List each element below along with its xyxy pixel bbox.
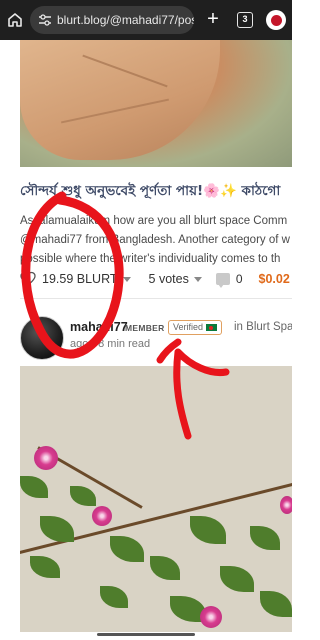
leaf bbox=[220, 566, 254, 592]
post-title[interactable]: সৌন্দর্য শুধু অনুভবেই পূর্ণতা পায়!🌸✨ কা… bbox=[20, 180, 292, 203]
author-row: mahadi77 MEMBER Verified in Blurt Spa ag… bbox=[20, 312, 292, 360]
bangladesh-flag-icon bbox=[206, 324, 218, 331]
palm-shape bbox=[20, 40, 220, 160]
flower bbox=[92, 506, 112, 526]
post-excerpt[interactable]: Assalamualaikum how are you all blurt sp… bbox=[20, 212, 292, 269]
author-name[interactable]: mahadi77 bbox=[70, 320, 128, 334]
excerpt-line: possible where the writer's individualit… bbox=[20, 253, 281, 265]
leaf bbox=[260, 591, 292, 617]
post-cover-image[interactable] bbox=[20, 40, 292, 167]
chevron-down-icon[interactable] bbox=[122, 276, 131, 282]
votes-count[interactable]: 5 votes bbox=[149, 272, 189, 286]
post-stats: 19.59 BLURT 5 votes 0 $0.02 bbox=[20, 268, 292, 290]
leaf bbox=[40, 516, 74, 542]
tune-icon[interactable] bbox=[38, 13, 52, 27]
divider bbox=[20, 298, 292, 299]
reward-value: $0.02 bbox=[258, 272, 290, 286]
excerpt-line: @mahadi77 from Bangladesh. Another categ… bbox=[20, 234, 290, 246]
member-badge: MEMBER bbox=[125, 323, 165, 333]
excerpt-line: Assalamualaikum how are you all blurt sp… bbox=[20, 215, 288, 227]
flower bbox=[280, 496, 292, 514]
address-bar[interactable]: blurt.blog/@mahadi77/posts bbox=[30, 6, 194, 34]
payout-value[interactable]: 19.59 BLURT bbox=[42, 272, 118, 286]
home-button[interactable] bbox=[0, 0, 30, 40]
leaf bbox=[250, 526, 280, 550]
heart-icon[interactable] bbox=[20, 271, 36, 287]
verified-badge: Verified bbox=[168, 320, 223, 335]
comment-count[interactable]: 0 bbox=[236, 272, 243, 286]
plus-icon[interactable]: + bbox=[204, 9, 222, 30]
profile-icon[interactable] bbox=[266, 10, 286, 30]
browser-toolbar: blurt.blog/@mahadi77/posts + 3 bbox=[0, 0, 292, 40]
community-link[interactable]: in Blurt Spa bbox=[234, 321, 292, 333]
leaf bbox=[150, 556, 180, 580]
verified-label: Verified bbox=[173, 322, 204, 332]
home-icon bbox=[8, 13, 22, 27]
tabs-icon[interactable]: 3 bbox=[237, 12, 253, 28]
post-image[interactable] bbox=[20, 366, 292, 632]
leaf bbox=[100, 586, 128, 608]
comment-icon[interactable] bbox=[215, 273, 230, 288]
page-content: সৌন্দর্য শুধু অনুভবেই পূর্ণতা পায়!🌸✨ কা… bbox=[0, 40, 292, 632]
leaf bbox=[70, 486, 96, 506]
leaf bbox=[190, 516, 226, 544]
flower bbox=[200, 606, 222, 628]
leaf bbox=[110, 536, 144, 562]
avatar[interactable] bbox=[20, 316, 64, 360]
gesture-bar[interactable] bbox=[97, 633, 195, 636]
flower bbox=[34, 446, 58, 470]
chevron-down-icon[interactable] bbox=[193, 276, 202, 282]
post-time: ago · 8 min read bbox=[70, 338, 151, 350]
profile-avatar-dot bbox=[270, 14, 282, 26]
leaf bbox=[20, 476, 48, 498]
leaf bbox=[30, 556, 60, 578]
url-text[interactable]: blurt.blog/@mahadi77/posts bbox=[57, 13, 194, 27]
